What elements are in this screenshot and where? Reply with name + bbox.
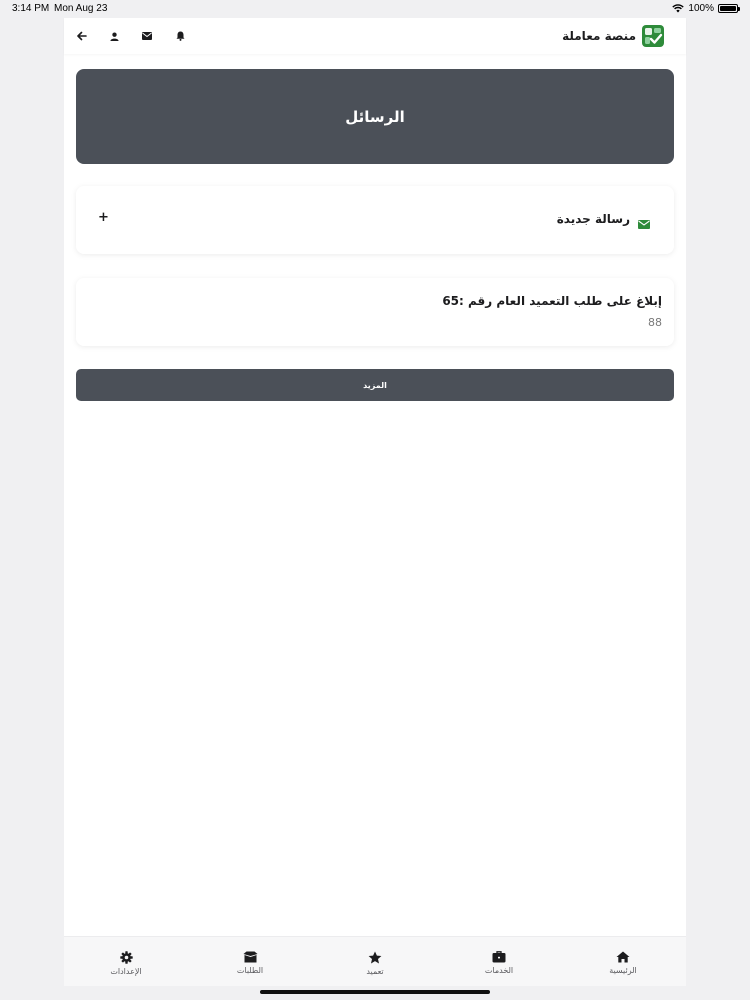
box-icon (243, 951, 257, 963)
user-icon[interactable] (107, 29, 121, 43)
new-message-card[interactable]: رسالة جديدة + (76, 186, 674, 254)
home-indicator[interactable] (260, 990, 490, 994)
tab-requests-label: الطلبات (236, 966, 264, 975)
add-message-button[interactable]: + (98, 210, 109, 225)
tab-services-label: الخدمات (484, 966, 514, 975)
back-arrow-icon[interactable] (75, 29, 89, 43)
battery-icon (718, 4, 740, 13)
status-right: 100% (672, 3, 740, 14)
tab-requests[interactable]: الطلبات (210, 951, 290, 975)
battery-percent: 100% (688, 3, 714, 14)
tab-settings[interactable]: الإعدادات (86, 951, 166, 976)
home-icon (616, 951, 630, 963)
app-logo (642, 25, 664, 47)
gear-icon (119, 951, 133, 964)
tab-home[interactable]: الرئيسية (583, 951, 663, 975)
wifi-icon (672, 4, 685, 13)
status-bar: 3:14 PM Mon Aug 23 100% (0, 0, 750, 18)
message-list-item[interactable]: إبلاغ على طلب التعميد العام رقم :65 88 (76, 278, 674, 346)
bell-icon[interactable] (173, 29, 187, 43)
app-window: منصة معاملة الرسائل رسالة جديدة + إبلاغ … (64, 18, 686, 986)
more-button[interactable]: المزيد (76, 369, 674, 401)
tab-bar: الرئيسية الخدمات تعميد الطلبات الإعدادات (64, 936, 686, 986)
page-title-banner: الرسائل (76, 69, 674, 164)
brand-title: منصة معاملة (562, 29, 636, 43)
page-title: الرسائل (345, 107, 405, 126)
message-subject: إبلاغ على طلب التعميد العام رقم :65 (442, 294, 662, 308)
message-number: 88 (648, 316, 662, 329)
new-message-label: رسالة جديدة (556, 212, 630, 226)
briefcase-icon (492, 951, 506, 963)
tab-assignment-label: تعميد (366, 967, 384, 976)
tab-assignment[interactable]: تعميد (335, 951, 415, 976)
tab-services[interactable]: الخدمات (459, 951, 539, 975)
tab-settings-label: الإعدادات (110, 967, 142, 976)
status-time: 3:14 PM (12, 3, 50, 14)
tab-home-label: الرئيسية (609, 966, 637, 975)
envelope-icon[interactable] (140, 29, 154, 43)
top-bar: منصة معاملة (64, 18, 686, 54)
envelope-icon (638, 214, 650, 233)
status-date: Mon Aug 23 (54, 3, 108, 14)
brand[interactable]: منصة معاملة (562, 24, 664, 48)
star-icon (368, 951, 382, 964)
